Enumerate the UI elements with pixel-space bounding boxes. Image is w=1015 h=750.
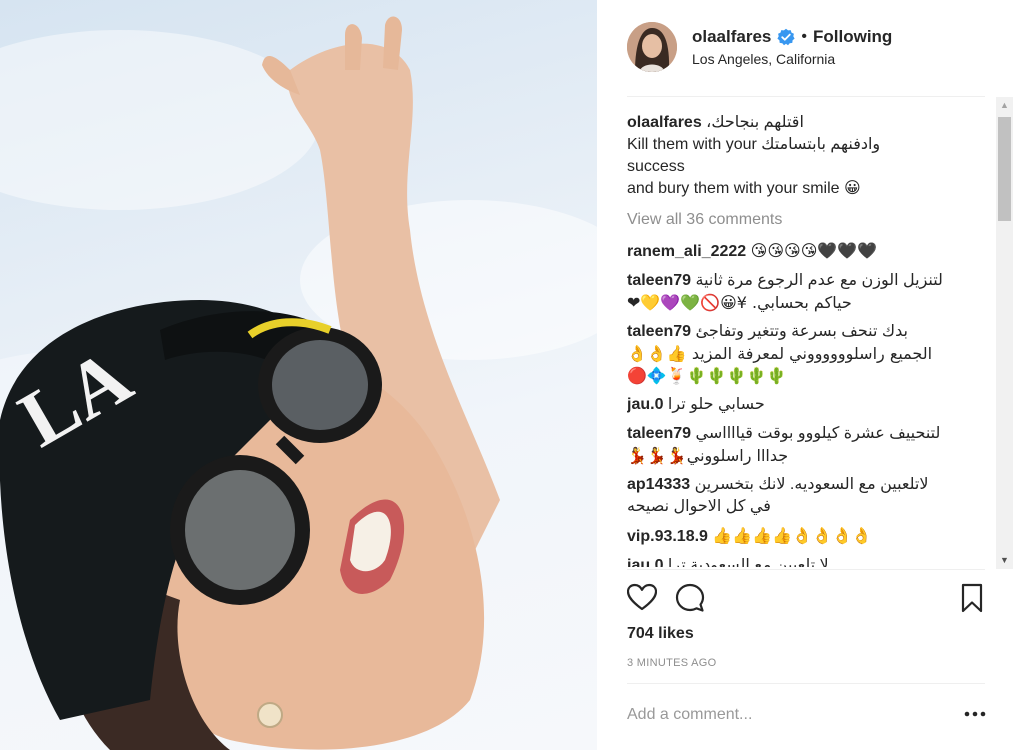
bookmark-icon[interactable]	[957, 583, 987, 613]
caption-line: and bury them with your smile 😀	[627, 180, 861, 197]
comments-list: olaalfares اقتلهم بنجاحك، وادفنهم بابتسا…	[627, 112, 987, 567]
comment-text: حياكم بحسابي. ¥😀🚫💚💜💛❤	[627, 293, 852, 312]
comment-text: جدااا راسلووني💃💃💃	[627, 446, 789, 465]
scroll-down-arrow-icon[interactable]: ▼	[996, 552, 1013, 569]
post-author-username[interactable]: olaalfares	[692, 27, 771, 47]
actions-divider	[627, 569, 985, 570]
comment-text: 🔴💠🍹🌵🌵🌵🌵🌵	[627, 366, 787, 385]
comment-username[interactable]: vip.93.18.9	[627, 528, 708, 545]
more-dots-icon[interactable]	[963, 706, 987, 722]
post-photo-illustration: LA	[0, 16, 597, 750]
view-all-comments-link[interactable]: View all 36 comments	[627, 209, 987, 231]
scroll-up-arrow-icon[interactable]: ▲	[996, 97, 1013, 114]
heart-icon[interactable]	[626, 583, 658, 613]
comment-text: حسابي حلو ترا	[667, 396, 765, 413]
comment-username[interactable]: taleen79	[627, 272, 691, 289]
caption-line: وادفنهم بابتسامتك Kill them with your	[627, 136, 881, 153]
action-bar	[626, 583, 987, 613]
add-comment-input[interactable]	[627, 702, 947, 728]
caption-line: اقتلهم بنجاحك،	[706, 114, 804, 131]
comment-item: vip.93.18.9 👍👍👍👍👌👌👌👌	[627, 525, 987, 548]
comment-text: في كل الاحوال نصيحه	[627, 498, 771, 515]
comment-item: ranem_ali_2222 😘😘😘😘🖤🖤🖤	[627, 240, 987, 263]
avatar-image	[627, 22, 677, 72]
post-detail-panel: olaalfares • Following Los Angeles, Cali…	[597, 0, 1015, 750]
comment-item: ap14333 لاتلعبين مع السعوديه. لانك بتخسر…	[627, 474, 987, 518]
likes-count[interactable]: 704 likes	[627, 625, 694, 643]
comment-username[interactable]: taleen79	[627, 323, 691, 340]
comment-item: jau.0 حسابي حلو ترا	[627, 394, 987, 416]
following-button[interactable]: Following	[813, 27, 892, 47]
scrollbar-thumb[interactable]	[998, 117, 1011, 221]
caption-username[interactable]: olaalfares	[627, 114, 702, 131]
comment-text: لاتلعبين مع السعوديه. لانك بتخسرين	[694, 476, 929, 493]
comment-icon[interactable]	[675, 583, 705, 613]
comment-text: الجميع راسلووووووني لمعرفة المزيد 👍👌👌	[627, 344, 933, 363]
location-link[interactable]: Los Angeles, California	[692, 51, 835, 67]
comment-item: taleen79 لتنزيل الوزن مع عدم الرجوع مرة …	[627, 270, 987, 314]
comment-item: jau.0 لا تلعبين مع السعودية ترا	[627, 555, 987, 567]
verified-badge-icon	[777, 28, 795, 46]
comment-text: بدك تنحف بسرعة وتتغير وتفاجئ	[695, 323, 908, 340]
comment-box-divider	[627, 683, 985, 684]
comment-item: taleen79 لتنحييف عشرة كيلووو بوقت قياااا…	[627, 423, 987, 467]
avatar[interactable]	[627, 22, 677, 72]
comment-username[interactable]: taleen79	[627, 425, 691, 442]
caption-line: success	[627, 158, 685, 175]
separator-dot: •	[801, 28, 807, 45]
comment-username[interactable]: ranem_ali_2222	[627, 243, 746, 260]
comments-scrollbar[interactable]: ▲ ▼	[996, 97, 1013, 569]
comment-username[interactable]: jau.0	[627, 396, 663, 413]
comment-item: taleen79 بدك تنحف بسرعة وتتغير وتفاجئ ال…	[627, 321, 987, 387]
comment-username[interactable]: ap14333	[627, 476, 690, 493]
comment-text: 👍👍👍👍👌👌👌👌	[712, 526, 872, 545]
post-photo[interactable]: LA	[0, 0, 597, 750]
username-row: olaalfares • Following	[692, 27, 892, 47]
comment-text: لا تلعبين مع السعودية ترا	[667, 557, 829, 567]
post-timestamp[interactable]: 3 MINUTES AGO	[627, 657, 716, 669]
comment-text: 😘😘😘😘🖤🖤🖤	[750, 241, 878, 260]
header-divider	[627, 96, 985, 97]
caption: olaalfares اقتلهم بنجاحك، وادفنهم بابتسا…	[627, 112, 987, 200]
comment-text: لتنحييف عشرة كيلووو بوقت قيااااسي	[695, 425, 941, 442]
comment-username[interactable]: jau.0	[627, 557, 663, 567]
comment-text: لتنزيل الوزن مع عدم الرجوع مرة ثانية	[695, 272, 943, 289]
post-header: olaalfares • Following Los Angeles, Cali…	[597, 0, 1015, 96]
